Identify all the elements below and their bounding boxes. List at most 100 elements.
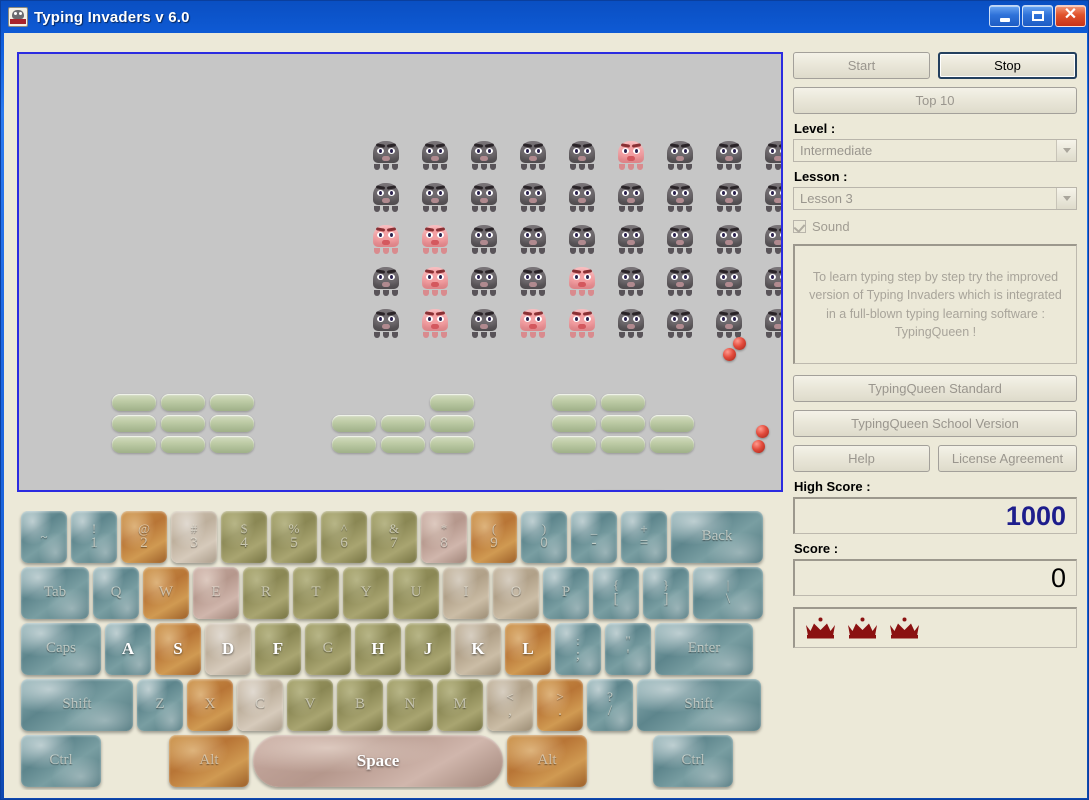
invader-grey[interactable] — [371, 308, 401, 338]
key-space[interactable]: Space — [253, 735, 503, 787]
key-1[interactable]: ! 1 — [71, 511, 117, 563]
key-[[interactable]: {[ — [593, 567, 639, 619]
invader-grey[interactable] — [518, 182, 548, 212]
invader-pink[interactable] — [567, 308, 597, 338]
key-h[interactable]: H — [355, 623, 401, 675]
invader-grey[interactable] — [567, 140, 597, 170]
start-button[interactable]: Start — [793, 52, 930, 79]
key-4[interactable]: $4 — [221, 511, 267, 563]
chevron-down-icon[interactable] — [1056, 188, 1076, 209]
key-w[interactable]: W — [143, 567, 189, 619]
invader-pink[interactable] — [420, 224, 450, 254]
top10-button[interactable]: Top 10 — [793, 87, 1077, 114]
key-ctrl[interactable]: Ctrl — [21, 735, 101, 787]
license-agreement-button[interactable]: License Agreement — [938, 445, 1077, 472]
invader-grey[interactable] — [665, 182, 695, 212]
invader-grey[interactable] — [420, 140, 450, 170]
key-/[interactable]: ? / — [587, 679, 633, 731]
close-button[interactable]: ✕ — [1055, 5, 1086, 27]
invader-grey[interactable] — [616, 224, 646, 254]
key-,[interactable]: <, — [487, 679, 533, 731]
lesson-select[interactable]: Lesson 3 — [793, 187, 1077, 210]
invader-grey[interactable] — [665, 140, 695, 170]
key-\[interactable]: | \ — [693, 567, 763, 619]
invader-grey[interactable] — [469, 182, 499, 212]
invader-grey[interactable] — [665, 224, 695, 254]
invader-grey[interactable] — [518, 266, 548, 296]
player-ship[interactable]: a1k — [580, 490, 678, 492]
key-7[interactable]: & 7 — [371, 511, 417, 563]
key-k[interactable]: K — [455, 623, 501, 675]
key-9[interactable]: (9 — [471, 511, 517, 563]
key-r[interactable]: R — [243, 567, 289, 619]
key-t[interactable]: T — [293, 567, 339, 619]
key-x[interactable]: X — [187, 679, 233, 731]
key-shift[interactable]: Shift — [21, 679, 133, 731]
invader-grey[interactable] — [616, 308, 646, 338]
invader-pink[interactable] — [371, 224, 401, 254]
invader-grey[interactable] — [616, 266, 646, 296]
key-back[interactable]: Back — [671, 511, 763, 563]
invader-grey[interactable] — [665, 266, 695, 296]
key-~[interactable]: ~ — [21, 511, 67, 563]
invader-grey[interactable] — [469, 224, 499, 254]
invader-grey[interactable] — [567, 224, 597, 254]
key-a[interactable]: A — [105, 623, 151, 675]
sound-checkbox[interactable] — [793, 220, 806, 234]
key-n[interactable]: N — [387, 679, 433, 731]
invader-grey[interactable] — [714, 308, 744, 338]
key-alt[interactable]: Alt — [169, 735, 249, 787]
key-shift[interactable]: Shift — [637, 679, 761, 731]
chevron-down-icon[interactable] — [1056, 140, 1076, 161]
invader-grey[interactable] — [763, 140, 781, 170]
key-e[interactable]: E — [193, 567, 239, 619]
invader-grey[interactable] — [763, 182, 781, 212]
key-b[interactable]: B — [337, 679, 383, 731]
invader-pink[interactable] — [420, 308, 450, 338]
invader-grey[interactable] — [616, 182, 646, 212]
key-o[interactable]: O — [493, 567, 539, 619]
key-8[interactable]: * 8 — [421, 511, 467, 563]
key-6[interactable]: ^ 6 — [321, 511, 367, 563]
invader-pink[interactable] — [567, 266, 597, 296]
game-board[interactable]: a1k — [17, 52, 783, 492]
key-.[interactable]: >. — [537, 679, 583, 731]
key-2[interactable]: @2 — [121, 511, 167, 563]
key-z[interactable]: Z — [137, 679, 183, 731]
key-u[interactable]: U — [393, 567, 439, 619]
key-alt[interactable]: Alt — [507, 735, 587, 787]
key-tab[interactable]: Tab — [21, 567, 89, 619]
invader-pink[interactable] — [420, 266, 450, 296]
invader-pink[interactable] — [616, 140, 646, 170]
invader-grey[interactable] — [371, 140, 401, 170]
key-c[interactable]: C — [237, 679, 283, 731]
virtual-keyboard[interactable]: ~ ! 1 @2 #3 $4 % 5 ^ 6 & 7 * 8 (9) 0 _ - + = Back Tab Q W E R T Y U I… — [17, 511, 783, 790]
invader-grey[interactable] — [714, 140, 744, 170]
key-v[interactable]: V — [287, 679, 333, 731]
invader-grey[interactable] — [763, 266, 781, 296]
typingqueen-school-button[interactable]: TypingQueen School Version — [793, 410, 1077, 437]
invader-grey[interactable] — [714, 224, 744, 254]
key-j[interactable]: J — [405, 623, 451, 675]
stop-button[interactable]: Stop — [938, 52, 1077, 79]
sound-checkbox-row[interactable]: Sound — [793, 219, 1077, 234]
key-s[interactable]: S — [155, 623, 201, 675]
key-caps[interactable]: Caps — [21, 623, 101, 675]
level-select[interactable]: Intermediate — [793, 139, 1077, 162]
key-'[interactable]: " ' — [605, 623, 651, 675]
key-d[interactable]: D — [205, 623, 251, 675]
key-g[interactable]: G — [305, 623, 351, 675]
invader-grey[interactable] — [371, 266, 401, 296]
key-5[interactable]: % 5 — [271, 511, 317, 563]
invader-grey[interactable] — [714, 182, 744, 212]
invader-grey[interactable] — [567, 182, 597, 212]
key-3[interactable]: #3 — [171, 511, 217, 563]
key-f[interactable]: F — [255, 623, 301, 675]
invader-grey[interactable] — [714, 266, 744, 296]
invader-grey[interactable] — [420, 182, 450, 212]
key-=[interactable]: + = — [621, 511, 667, 563]
key-ctrl[interactable]: Ctrl — [653, 735, 733, 787]
typingqueen-standard-button[interactable]: TypingQueen Standard — [793, 375, 1077, 402]
key-0[interactable]: ) 0 — [521, 511, 567, 563]
invader-grey[interactable] — [518, 224, 548, 254]
